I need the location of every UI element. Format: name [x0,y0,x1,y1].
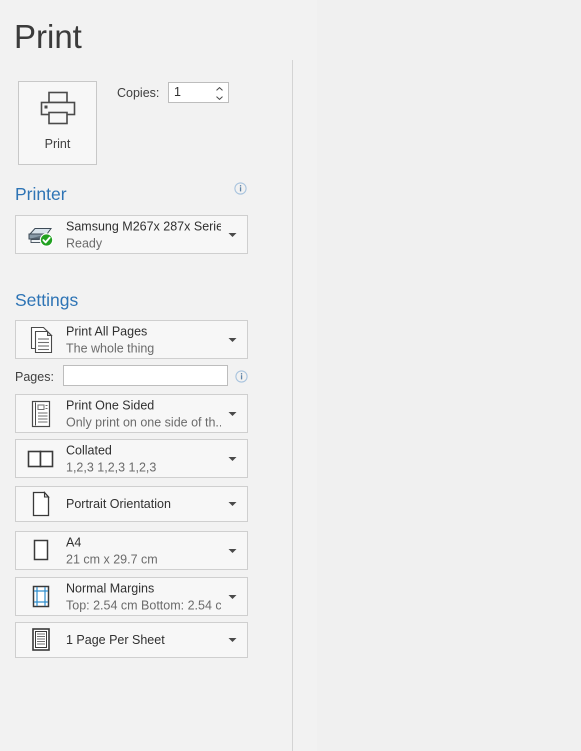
chevron-down-icon[interactable] [228,594,237,600]
option-title: A4 [66,535,82,549]
chevron-down-icon[interactable] [228,637,237,643]
portrait-page-icon [25,488,57,520]
printer-status: Ready [66,236,103,250]
option-title: Portrait Orientation [66,497,171,511]
settings-section-heading: Settings [15,290,79,310]
option-title: Print All Pages [66,324,148,338]
option-subtitle: Top: 2.54 cm Bottom: 2.54 c... [66,598,221,612]
option-subtitle: Only print on one side of th... [66,415,221,429]
option-subtitle: 1,2,3 1,2,3 1,2,3 [66,460,157,474]
margins-icon [25,581,57,613]
chevron-down-icon[interactable] [228,548,237,554]
printer-select[interactable]: Samsung M267x 287x Series Ready [15,215,248,254]
sided-select[interactable]: Print One Sided Only print on one side o… [15,394,248,433]
printer-section-heading: Printer [15,184,67,204]
option-title: Collated [66,443,112,457]
option-title: Normal Margins [66,581,155,595]
chevron-down-icon[interactable] [228,501,237,507]
printer-name: Samsung M267x 287x Series [66,219,221,233]
pane-divider [292,60,293,751]
printer-icon [38,91,78,125]
chevron-up-icon[interactable] [213,84,226,93]
option-title: Print One Sided [66,398,155,412]
collate-icon [25,443,57,475]
chevron-down-icon[interactable] [213,93,226,102]
option-title: 1 Page Per Sheet [66,633,165,647]
print-settings-pane: Print Print Copies: Printer [0,0,292,751]
print-button[interactable]: Print [18,81,97,165]
copies-label: Copies: [117,86,160,100]
chevron-down-icon[interactable] [228,456,237,462]
print-range-select[interactable]: Print All Pages The whole thing [15,320,248,359]
page-title: Print [14,18,82,55]
document-pages-icon [25,324,57,356]
chevron-down-icon[interactable] [228,411,237,417]
orientation-select[interactable]: Portrait Orientation [15,486,248,522]
paper-size-select[interactable]: A4 21 cm x 29.7 cm [15,531,248,570]
pages-per-sheet-select[interactable]: 1 Page Per Sheet [15,622,248,658]
option-subtitle: 21 cm x 29.7 cm [66,552,158,566]
collation-select[interactable]: Collated 1,2,3 1,2,3 1,2,3 [15,439,248,478]
info-icon[interactable] [234,182,247,195]
print-button-label: Print [44,137,71,151]
info-icon[interactable] [235,370,248,383]
print-preview-pane [293,0,581,751]
copies-input[interactable] [174,85,214,99]
pages-label: Pages: [15,370,54,384]
pages-input[interactable] [63,365,228,386]
chevron-down-icon[interactable] [228,337,237,343]
option-subtitle: The whole thing [66,341,155,355]
pages-per-sheet-icon [25,624,57,656]
paper-size-icon [25,535,57,567]
chevron-down-icon[interactable] [228,232,237,238]
one-sided-icon [25,398,57,430]
preview-surface [317,0,581,751]
printer-status-icon [25,219,57,251]
copies-stepper[interactable] [168,82,229,103]
margins-select[interactable]: Normal Margins Top: 2.54 cm Bottom: 2.54… [15,577,248,616]
